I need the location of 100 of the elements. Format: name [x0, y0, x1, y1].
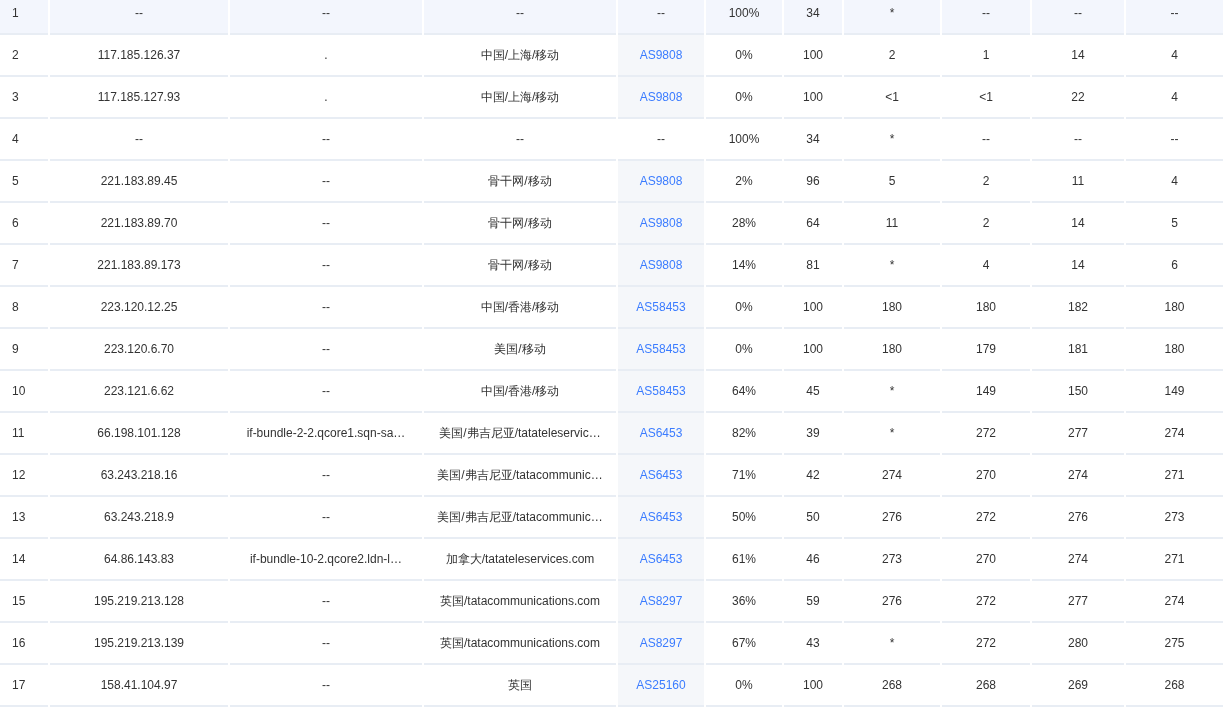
table-cell: 269	[1032, 665, 1124, 707]
table-cell: *	[844, 371, 940, 413]
table-row[interactable]: 16 195.219.213.139 -- 英国/tatacommunications.com AS8297 67% 43 * 272 280 275	[0, 623, 1223, 665]
table-row[interactable]: 8 223.120.12.25 -- 中国/香港/移动 AS58453 0% 100 180 180 182 180	[0, 287, 1223, 329]
table-cell: 158.41.104.97	[50, 665, 228, 707]
table-row[interactable]: 15 195.219.213.128 -- 英国/tatacommunications.com AS8297 36% 59 276 272 277 274	[0, 581, 1223, 623]
table-cell: 81	[784, 245, 842, 287]
table-cell: 274	[844, 455, 940, 497]
table-cell: 274	[1126, 581, 1223, 623]
table-cell: 3	[0, 77, 48, 119]
table-cell: 46	[784, 539, 842, 581]
table-cell: 骨干网/移动	[424, 245, 616, 287]
table-cell: --	[230, 329, 422, 371]
table-cell: 美国/弗吉尼亚/tatateleservic…	[424, 413, 616, 455]
table-cell: 223.120.12.25	[50, 287, 228, 329]
table-cell: --	[424, 119, 616, 161]
table-cell: 14	[0, 539, 48, 581]
table-row[interactable]: 17 158.41.104.97 -- 英国 AS25160 0% 100 268 268 269 268	[0, 665, 1223, 707]
table-row[interactable]: 2 117.185.126.37 . 中国/上海/移动 AS9808 0% 100 2 1 14 4	[0, 35, 1223, 77]
table-cell: 14	[1032, 203, 1124, 245]
table-cell: --	[424, 0, 616, 35]
asn-link[interactable]: AS8297	[639, 594, 683, 608]
asn-link[interactable]: AS58453	[636, 300, 686, 314]
table-cell: 2	[942, 203, 1030, 245]
asn-link[interactable]: AS9808	[639, 258, 683, 272]
asn-link[interactable]: AS6453	[639, 468, 683, 482]
asn-link[interactable]: AS9808	[639, 216, 683, 230]
table-row[interactable]: 9 223.120.6.70 -- 美国/移动 AS58453 0% 100 180 179 181 180	[0, 329, 1223, 371]
table-cell: 15	[0, 581, 48, 623]
table-cell: 4	[1126, 35, 1223, 77]
table-cell: 273	[1126, 497, 1223, 539]
asn-link[interactable]: AS58453	[636, 342, 686, 356]
table-cell: --	[230, 665, 422, 707]
table-cell: 28%	[706, 203, 782, 245]
table-cell: 100%	[706, 119, 782, 161]
table-cell: 14	[1032, 35, 1124, 77]
table-cell: 骨干网/移动	[424, 203, 616, 245]
table-row[interactable]: 13 63.243.218.9 -- 美国/弗吉尼亚/tatacommunic… AS6453 50% 50 276 272 276 273	[0, 497, 1223, 539]
asn-link[interactable]: AS6453	[639, 426, 683, 440]
table-cell: 0%	[706, 287, 782, 329]
asn-link[interactable]: AS25160	[636, 678, 686, 692]
table-cell: *	[844, 0, 940, 35]
table-cell: <1	[942, 77, 1030, 119]
table-cell: 50	[784, 497, 842, 539]
asn-link[interactable]: AS8297	[639, 636, 683, 650]
asn-link[interactable]: AS6453	[639, 510, 683, 524]
asn-link[interactable]: AS9808	[639, 174, 683, 188]
table-cell: 273	[844, 539, 940, 581]
table-cell: 195.219.213.139	[50, 623, 228, 665]
table-cell: <1	[844, 77, 940, 119]
table-cell: 82%	[706, 413, 782, 455]
table-cell: 100	[784, 329, 842, 371]
table-cell: 0%	[706, 77, 782, 119]
table-cell: 223.120.6.70	[50, 329, 228, 371]
table-cell: 美国/弗吉尼亚/tatacommunic…	[424, 497, 616, 539]
table-cell: 64	[784, 203, 842, 245]
table-row[interactable]: 1 -- -- -- -- 100% 34 * -- -- --	[0, 0, 1223, 35]
table-cell: 6	[0, 203, 48, 245]
table-cell: 中国/上海/移动	[424, 77, 616, 119]
table-cell: 182	[1032, 287, 1124, 329]
table-cell: *	[844, 413, 940, 455]
table-cell: 195.219.213.128	[50, 581, 228, 623]
table-row[interactable]: 11 66.198.101.128 if-bundle-2-2.qcore1.sqn-sa… 美国/弗吉尼亚/tatateleservic… AS6453 82% 39 * 272 277 274	[0, 413, 1223, 455]
table-cell: 2	[844, 35, 940, 77]
table-row[interactable]: 12 63.243.218.16 -- 美国/弗吉尼亚/tatacommunic… AS6453 71% 42 274 270 274 271	[0, 455, 1223, 497]
table-cell: 中国/上海/移动	[424, 35, 616, 77]
table-cell: 180	[844, 329, 940, 371]
table-row[interactable]: 14 64.86.143.83 if-bundle-10-2.qcore2.ldn-l… 加拿大/tatateleservices.com AS6453 61% 46 273 270 274 271	[0, 539, 1223, 581]
table-cell: *	[844, 623, 940, 665]
table-cell: 67%	[706, 623, 782, 665]
asn-link[interactable]: AS58453	[636, 384, 686, 398]
table-cell: 100	[784, 287, 842, 329]
table-cell: 274	[1126, 413, 1223, 455]
table-row[interactable]: 3 117.185.127.93 . 中国/上海/移动 AS9808 0% 100 <1 <1 22 4	[0, 77, 1223, 119]
table-cell: 274	[1032, 455, 1124, 497]
table-cell: --	[1032, 119, 1124, 161]
table-cell: 272	[942, 497, 1030, 539]
table-row[interactable]: 5 221.183.89.45 -- 骨干网/移动 AS9808 2% 96 5 2 11 4	[0, 161, 1223, 203]
table-cell: 100	[784, 35, 842, 77]
table-row[interactable]: 7 221.183.89.173 -- 骨干网/移动 AS9808 14% 81 * 4 14 6	[0, 245, 1223, 287]
asn-link[interactable]: AS6453	[639, 552, 683, 566]
table-cell: 加拿大/tatateleservices.com	[424, 539, 616, 581]
table-row[interactable]: 10 223.121.6.62 -- 中国/香港/移动 AS58453 64% 45 * 149 150 149	[0, 371, 1223, 413]
table-cell: 272	[942, 413, 1030, 455]
table-cell: 14%	[706, 245, 782, 287]
table-cell: 268	[844, 665, 940, 707]
table-row[interactable]: 6 221.183.89.70 -- 骨干网/移动 AS9808 28% 64 11 2 14 5	[0, 203, 1223, 245]
table-cell: 221.183.89.173	[50, 245, 228, 287]
table-cell: 272	[942, 581, 1030, 623]
table-cell: --	[230, 581, 422, 623]
table-cell: 268	[1126, 665, 1223, 707]
table-cell: --	[1126, 119, 1223, 161]
table-cell: --	[230, 287, 422, 329]
table-cell: 英国/tatacommunications.com	[424, 623, 616, 665]
table-cell: 268	[942, 665, 1030, 707]
table-cell: 59	[784, 581, 842, 623]
table-row[interactable]: 4 -- -- -- -- 100% 34 * -- -- --	[0, 119, 1223, 161]
asn-link[interactable]: AS9808	[639, 90, 683, 104]
table-cell: 10	[0, 371, 48, 413]
asn-link[interactable]: AS9808	[639, 48, 683, 62]
